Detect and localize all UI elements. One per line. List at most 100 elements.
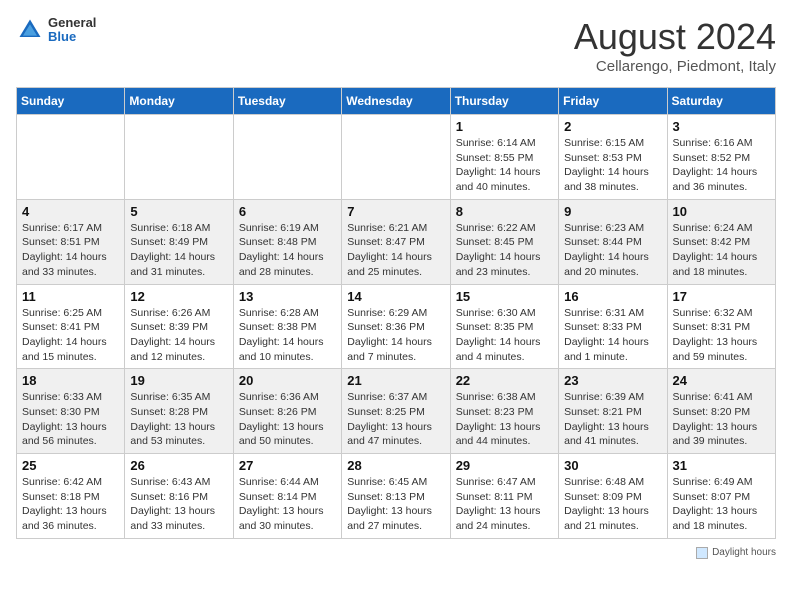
week-row-2: 4Sunrise: 6:17 AM Sunset: 8:51 PM Daylig… [17, 199, 776, 284]
day-number: 25 [22, 458, 119, 473]
day-info: Sunrise: 6:28 AM Sunset: 8:38 PM Dayligh… [239, 306, 336, 365]
calendar-cell: 19 Sunrise: 6:35 AM Sunset: 8:28 PM Dayli… [125, 369, 233, 454]
calendar-cell: 18 Sunrise: 6:33 AM Sunset: 8:30 PM Dayli… [17, 369, 125, 454]
day-number: 21 [347, 373, 444, 388]
calendar-cell: 14 Sunrise: 6:29 AM Sunset: 8:36 PM Dayli… [342, 284, 450, 369]
day-number: 3 [673, 119, 770, 134]
day-info: Sunrise: 6:49 AM Sunset: 8:07 PM Dayligh… [673, 475, 770, 534]
day-info: Sunrise: 6:48 AM Sunset: 8:09 PM Dayligh… [564, 475, 661, 534]
day-info: Sunrise: 6:24 AM Sunset: 8:42 PM Dayligh… [673, 221, 770, 280]
calendar-cell: 5 Sunrise: 6:18 AM Sunset: 8:49 PM Daylig… [125, 199, 233, 284]
day-number: 18 [22, 373, 119, 388]
calendar-table: SundayMondayTuesdayWednesdayThursdayFrid… [16, 87, 776, 539]
day-info: Sunrise: 6:14 AM Sunset: 8:55 PM Dayligh… [456, 136, 553, 195]
day-info: Sunrise: 6:39 AM Sunset: 8:21 PM Dayligh… [564, 390, 661, 449]
day-info: Sunrise: 6:29 AM Sunset: 8:36 PM Dayligh… [347, 306, 444, 365]
calendar-cell: 9 Sunrise: 6:23 AM Sunset: 8:44 PM Daylig… [559, 199, 667, 284]
calendar-cell: 22 Sunrise: 6:38 AM Sunset: 8:23 PM Dayli… [450, 369, 558, 454]
calendar-cell: 27 Sunrise: 6:44 AM Sunset: 8:14 PM Dayli… [233, 454, 341, 539]
week-row-5: 25 Sunrise: 6:42 AM Sunset: 8:18 PM Dayli… [17, 454, 776, 539]
day-info: Sunrise: 6:15 AM Sunset: 8:53 PM Dayligh… [564, 136, 661, 195]
weekday-header-monday: Monday [125, 88, 233, 115]
day-info: Sunrise: 6:17 AM Sunset: 8:51 PM Dayligh… [22, 221, 119, 280]
calendar-cell: 13Sunrise: 6:28 AM Sunset: 8:38 PM Dayli… [233, 284, 341, 369]
weekday-header-wednesday: Wednesday [342, 88, 450, 115]
day-number: 11 [22, 289, 119, 304]
day-number: 27 [239, 458, 336, 473]
daylight-legend: Daylight hours [696, 547, 776, 559]
day-info: Sunrise: 6:21 AM Sunset: 8:47 PM Dayligh… [347, 221, 444, 280]
logo-general-text: General [48, 16, 96, 30]
day-info: Sunrise: 6:45 AM Sunset: 8:13 PM Dayligh… [347, 475, 444, 534]
daylight-legend-box [696, 547, 708, 559]
day-number: 7 [347, 204, 444, 219]
calendar-cell: 12Sunrise: 6:26 AM Sunset: 8:39 PM Dayli… [125, 284, 233, 369]
day-info: Sunrise: 6:22 AM Sunset: 8:45 PM Dayligh… [456, 221, 553, 280]
day-number: 20 [239, 373, 336, 388]
day-info: Sunrise: 6:42 AM Sunset: 8:18 PM Dayligh… [22, 475, 119, 534]
calendar-cell: 17 Sunrise: 6:32 AM Sunset: 8:31 PM Dayli… [667, 284, 775, 369]
calendar-cell: 20 Sunrise: 6:36 AM Sunset: 8:26 PM Dayli… [233, 369, 341, 454]
day-info: Sunrise: 6:19 AM Sunset: 8:48 PM Dayligh… [239, 221, 336, 280]
day-info: Sunrise: 6:36 AM Sunset: 8:26 PM Dayligh… [239, 390, 336, 449]
day-number: 1 [456, 119, 553, 134]
title-area: August 2024 Cellarengo, Piedmont, Italy [574, 16, 776, 75]
day-number: 31 [673, 458, 770, 473]
day-info: Sunrise: 6:33 AM Sunset: 8:30 PM Dayligh… [22, 390, 119, 449]
day-info: Sunrise: 6:23 AM Sunset: 8:44 PM Dayligh… [564, 221, 661, 280]
calendar-cell: 21 Sunrise: 6:37 AM Sunset: 8:25 PM Dayli… [342, 369, 450, 454]
day-number: 8 [456, 204, 553, 219]
day-info: Sunrise: 6:18 AM Sunset: 8:49 PM Dayligh… [130, 221, 227, 280]
day-number: 30 [564, 458, 661, 473]
day-number: 14 [347, 289, 444, 304]
day-info: Sunrise: 6:37 AM Sunset: 8:25 PM Dayligh… [347, 390, 444, 449]
weekday-header-tuesday: Tuesday [233, 88, 341, 115]
calendar-cell [17, 115, 125, 200]
day-number: 2 [564, 119, 661, 134]
week-row-1: 1 Sunrise: 6:14 AM Sunset: 8:55 PM Daylig… [17, 115, 776, 200]
day-number: 24 [673, 373, 770, 388]
week-row-3: 11 Sunrise: 6:25 AM Sunset: 8:41 PM Dayli… [17, 284, 776, 369]
calendar-cell: 26 Sunrise: 6:43 AM Sunset: 8:16 PM Dayli… [125, 454, 233, 539]
day-info: Sunrise: 6:31 AM Sunset: 8:33 PM Dayligh… [564, 306, 661, 365]
day-info: Sunrise: 6:32 AM Sunset: 8:31 PM Dayligh… [673, 306, 770, 365]
calendar-cell: 31 Sunrise: 6:49 AM Sunset: 8:07 PM Dayli… [667, 454, 775, 539]
day-info: Sunrise: 6:16 AM Sunset: 8:52 PM Dayligh… [673, 136, 770, 195]
day-info: Sunrise: 6:44 AM Sunset: 8:14 PM Dayligh… [239, 475, 336, 534]
day-number: 23 [564, 373, 661, 388]
calendar-cell [125, 115, 233, 200]
calendar-cell: 10 Sunrise: 6:24 AM Sunset: 8:42 PM Dayli… [667, 199, 775, 284]
calendar-cell: 24Sunrise: 6:41 AM Sunset: 8:20 PM Dayli… [667, 369, 775, 454]
day-info: Sunrise: 6:26 AM Sunset: 8:39 PM Dayligh… [130, 306, 227, 365]
day-number: 16 [564, 289, 661, 304]
calendar-cell: 8 Sunrise: 6:22 AM Sunset: 8:45 PM Daylig… [450, 199, 558, 284]
calendar-cell: 28 Sunrise: 6:45 AM Sunset: 8:13 PM Dayli… [342, 454, 450, 539]
day-number: 28 [347, 458, 444, 473]
header: General Blue August 2024 Cellarengo, Pie… [16, 16, 776, 75]
day-info: Sunrise: 6:35 AM Sunset: 8:28 PM Dayligh… [130, 390, 227, 449]
calendar-cell: 15 Sunrise: 6:30 AM Sunset: 8:35 PM Dayli… [450, 284, 558, 369]
day-number: 10 [673, 204, 770, 219]
day-number: 26 [130, 458, 227, 473]
footer: Daylight hours [16, 547, 776, 559]
day-number: 9 [564, 204, 661, 219]
day-info: Sunrise: 6:38 AM Sunset: 8:23 PM Dayligh… [456, 390, 553, 449]
calendar-cell: 1 Sunrise: 6:14 AM Sunset: 8:55 PM Daylig… [450, 115, 558, 200]
day-number: 22 [456, 373, 553, 388]
day-number: 15 [456, 289, 553, 304]
day-number: 17 [673, 289, 770, 304]
day-number: 5 [130, 204, 227, 219]
calendar-cell: 2 Sunrise: 6:15 AM Sunset: 8:53 PM Daylig… [559, 115, 667, 200]
weekday-header-saturday: Saturday [667, 88, 775, 115]
day-info: Sunrise: 6:30 AM Sunset: 8:35 PM Dayligh… [456, 306, 553, 365]
day-info: Sunrise: 6:43 AM Sunset: 8:16 PM Dayligh… [130, 475, 227, 534]
calendar-cell: 16 Sunrise: 6:31 AM Sunset: 8:33 PM Dayli… [559, 284, 667, 369]
calendar-cell: 29Sunrise: 6:47 AM Sunset: 8:11 PM Dayli… [450, 454, 558, 539]
weekday-header-thursday: Thursday [450, 88, 558, 115]
day-number: 19 [130, 373, 227, 388]
logo-icon [16, 16, 44, 44]
weekday-header-row: SundayMondayTuesdayWednesdayThursdayFrid… [17, 88, 776, 115]
day-info: Sunrise: 6:25 AM Sunset: 8:41 PM Dayligh… [22, 306, 119, 365]
logo-blue-text: Blue [48, 30, 96, 44]
week-row-4: 18 Sunrise: 6:33 AM Sunset: 8:30 PM Dayli… [17, 369, 776, 454]
